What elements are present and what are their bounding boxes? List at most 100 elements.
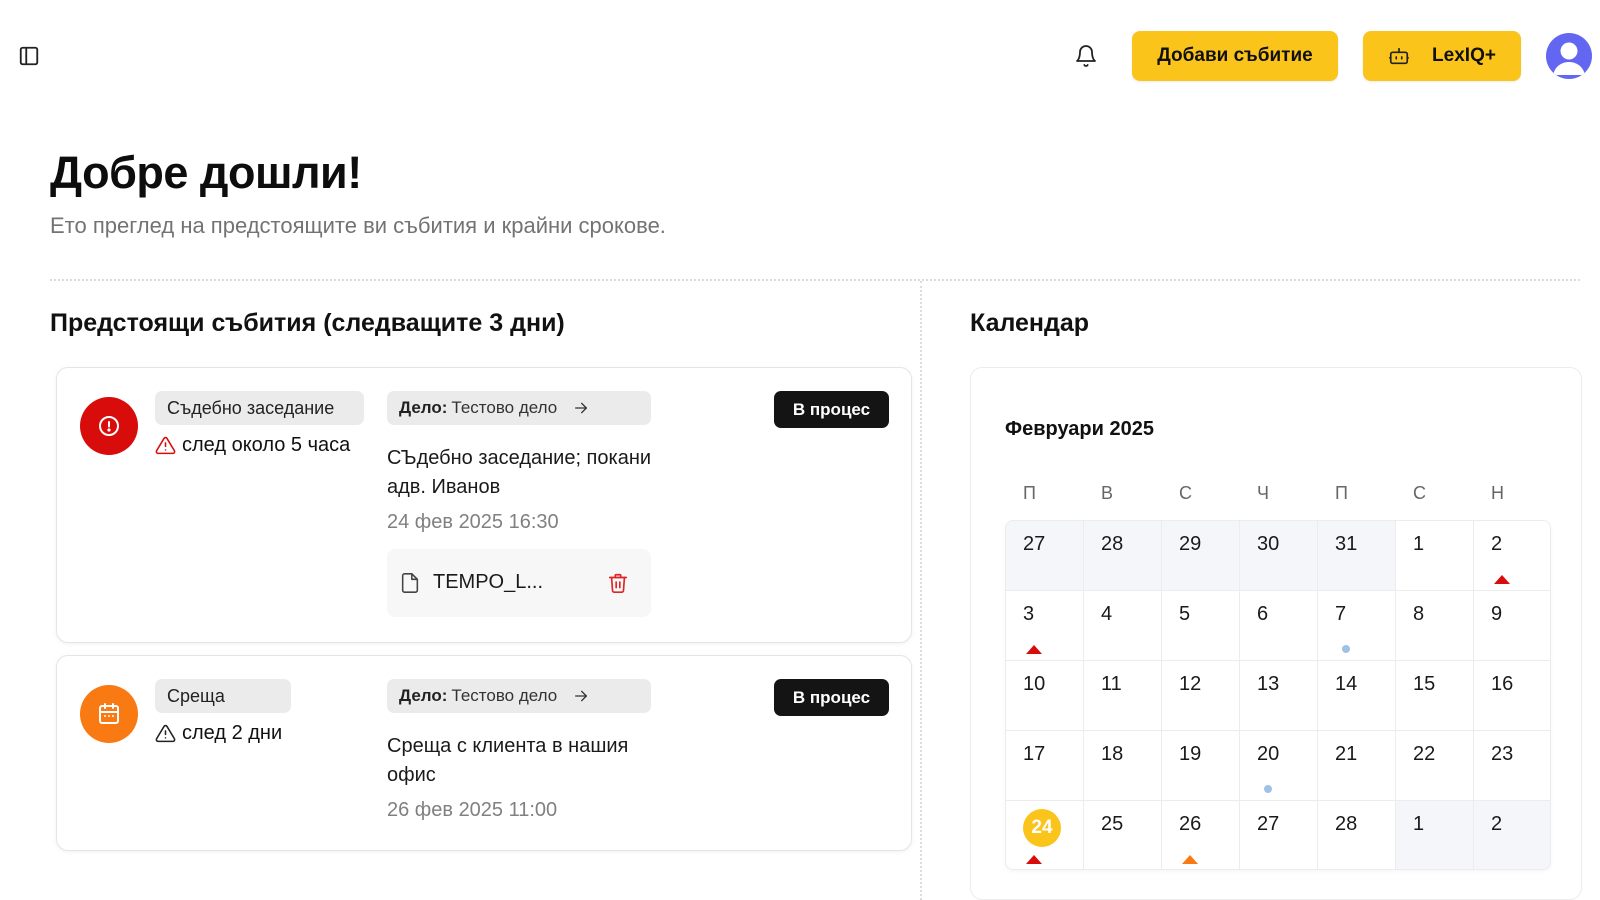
day-number: 13 [1257,673,1280,695]
calendar-day[interactable]: 15 [1396,661,1474,731]
calendar-day[interactable]: 10 [1006,661,1084,731]
calendar-day[interactable]: 3 [1006,591,1084,661]
day-number: 27 [1023,533,1046,555]
event-type-badge: Съдебно заседание [155,391,364,425]
event-dot-marker [1264,785,1272,793]
calendar-day[interactable]: 9 [1474,591,1550,661]
day-number: 4 [1101,603,1113,625]
case-name: Тестово дело [451,686,558,705]
calendar-day[interactable]: 26 [1162,801,1240,869]
calendar-day[interactable]: 23 [1474,731,1550,801]
warning-icon [155,724,176,743]
day-number: 21 [1335,743,1358,765]
day-number: 7 [1335,603,1347,625]
calendar-day[interactable]: 16 [1474,661,1550,731]
time-until-text: след около 5 часа [182,434,351,456]
weekday-label: С [1179,483,1192,503]
calendar-day-today[interactable]: 24 [1006,801,1084,869]
day-number: 16 [1491,673,1514,695]
event-dot-marker [1342,645,1350,653]
day-number: 29 [1179,533,1202,555]
case-prefix: Дело: [399,398,448,417]
calendar-day[interactable]: 7 [1318,591,1396,661]
case-link[interactable]: Дело: Тестово дело [387,679,651,713]
event-type-badge: Среща [155,679,291,713]
lexiq-button[interactable]: LexIQ+ [1363,31,1521,81]
attachment[interactable]: TEMPO_L... [387,549,651,617]
file-icon [401,573,419,593]
add-event-button[interactable]: Добави събитие [1132,31,1338,81]
status-badge: В процес [774,679,889,716]
trash-icon[interactable] [607,571,629,595]
day-number: 30 [1257,533,1280,555]
calendar-day[interactable]: 27 [1006,521,1084,591]
weekday-label: Ч [1257,483,1269,503]
calendar-day[interactable]: 12 [1162,661,1240,731]
calendar-day[interactable]: 29 [1162,521,1240,591]
alert-circle-icon [99,416,119,436]
calendar-icon [99,703,119,724]
calendar-day[interactable]: 17 [1006,731,1084,801]
weekday-label: П [1335,483,1348,503]
calendar-day[interactable]: 30 [1240,521,1318,591]
calendar-day[interactable]: 11 [1084,661,1162,731]
calendar-day[interactable]: 27 [1240,801,1318,869]
calendar-day[interactable]: 21 [1318,731,1396,801]
calendar-day[interactable]: 28 [1084,521,1162,591]
calendar-day[interactable]: 1 [1396,521,1474,591]
day-number: 1 [1413,813,1425,835]
calendar-day[interactable]: 8 [1396,591,1474,661]
day-number: 23 [1491,743,1514,765]
deadline-marker-red [1494,575,1510,584]
case-name: Тестово дело [451,398,558,417]
calendar-day[interactable]: 22 [1396,731,1474,801]
calendar-day[interactable]: 20 [1240,731,1318,801]
calendar-day[interactable]: 28 [1318,801,1396,869]
header-divider [50,279,1580,281]
time-until: след 2 дни [155,722,282,745]
calendar-day[interactable]: 13 [1240,661,1318,731]
day-number: 11 [1101,673,1122,695]
calendar-day[interactable]: 2 [1474,521,1550,591]
bell-icon[interactable] [1074,44,1098,68]
case-link[interactable]: Дело: Тестово дело [387,391,651,425]
sidebar-toggle-icon[interactable] [18,45,40,67]
day-number: 1 [1413,533,1425,555]
calendar-month-label: Февруари 2025 [1005,418,1154,440]
calendar-day[interactable]: 2 [1474,801,1550,869]
user-avatar[interactable] [1546,33,1592,79]
arrow-right-icon [575,402,588,414]
event-type-icon [80,397,138,455]
calendar-day[interactable]: 19 [1162,731,1240,801]
weekday-label: С [1413,483,1426,503]
calendar-day[interactable]: 14 [1318,661,1396,731]
calendar-day[interactable]: 5 [1162,591,1240,661]
calendar-day[interactable]: 18 [1084,731,1162,801]
deadline-marker-red [1026,645,1042,654]
day-number: 28 [1101,533,1124,555]
day-number: 8 [1413,603,1425,625]
robot-icon [1389,47,1410,65]
calendar-title: Календар [970,309,1090,337]
calendar-day[interactable]: 6 [1240,591,1318,661]
day-number: 3 [1023,603,1035,625]
calendar-day[interactable]: 25 [1084,801,1162,869]
page-title: Добре дошли! [50,147,362,198]
time-until-text: след 2 дни [182,722,283,744]
day-number: 19 [1179,743,1202,765]
day-number: 28 [1335,813,1358,835]
weekday-label: Н [1491,483,1504,503]
calendar-day[interactable]: 1 [1396,801,1474,869]
event-description: Среща с клиента в нашия офис [387,735,629,786]
deadline-marker-red [1026,855,1042,864]
day-number: 2 [1491,813,1503,835]
day-number: 9 [1491,603,1503,625]
day-number: 20 [1257,743,1280,765]
user-silhouette-icon [1553,42,1585,75]
day-number: 25 [1101,813,1124,835]
event-card[interactable]: Среща след 2 дни Дело: Тестово дело Срещ… [56,655,912,851]
calendar-day[interactable]: 31 [1318,521,1396,591]
calendar-day[interactable]: 4 [1084,591,1162,661]
event-card[interactable]: Съдебно заседание след около 5 часа Дело… [56,367,912,643]
day-number: 22 [1413,743,1436,765]
